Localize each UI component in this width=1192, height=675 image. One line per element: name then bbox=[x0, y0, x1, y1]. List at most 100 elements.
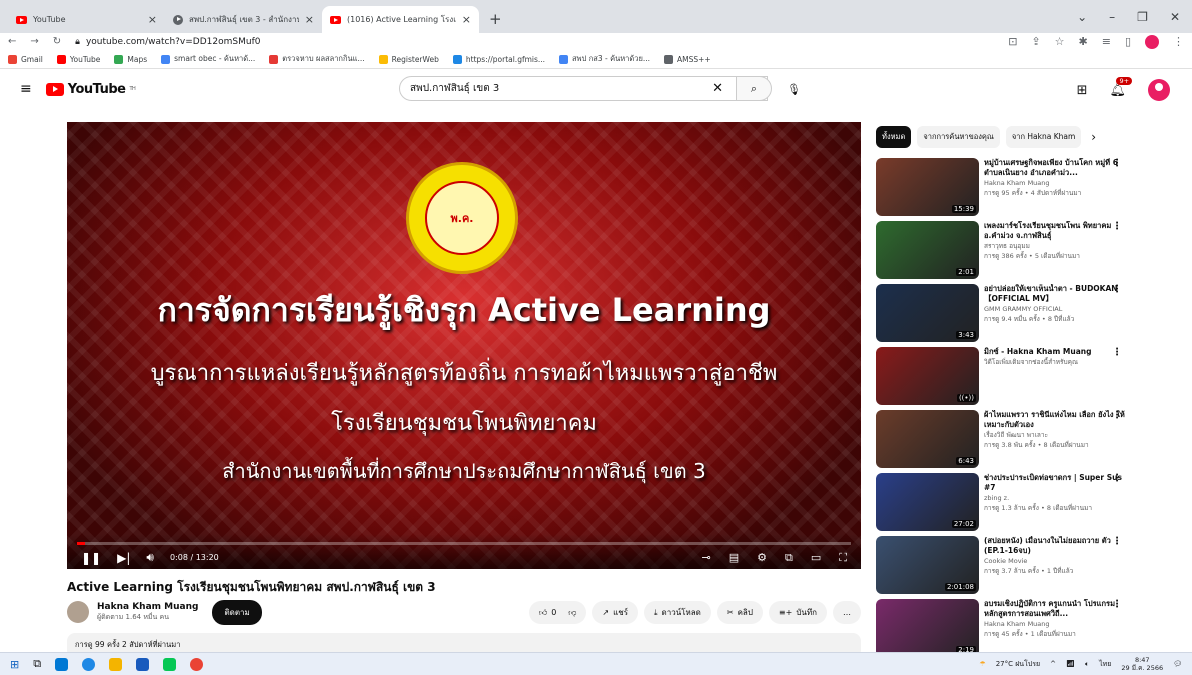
more-options-icon[interactable]: ⋮ bbox=[1112, 284, 1122, 295]
bookmark-item[interactable]: smart obec - ค้นหาด้... bbox=[161, 53, 255, 65]
pause-icon[interactable]: ❚❚ bbox=[81, 551, 101, 565]
tray-overflow-icon[interactable]: ^ bbox=[1050, 660, 1056, 668]
more-options-icon[interactable]: ⋮ bbox=[1112, 599, 1122, 610]
back-icon[interactable]: ← bbox=[8, 36, 16, 47]
video-title[interactable]: หมู่บ้านเศรษฐกิจพอเพียง บ้านโคก หมู่ที่ … bbox=[984, 158, 1126, 178]
clear-search-icon[interactable]: ✕ bbox=[712, 81, 723, 96]
bookmark-star-icon[interactable]: ☆ bbox=[1055, 35, 1065, 49]
save-button[interactable]: ≡+ บันทึก bbox=[768, 601, 827, 624]
more-options-icon[interactable]: ⋮ bbox=[1112, 158, 1122, 169]
share-button[interactable]: ↗ แชร์ bbox=[592, 601, 638, 624]
video-title[interactable]: ช่างประปาระเบิดท่อขาดกร | Super Sus #7 bbox=[984, 473, 1126, 493]
profile-avatar[interactable] bbox=[1145, 34, 1159, 49]
chip-all[interactable]: ทั้งหมด bbox=[876, 126, 912, 148]
video-thumbnail[interactable]: 27:02 bbox=[876, 473, 979, 531]
video-thumbnail[interactable]: ((•)) bbox=[876, 347, 979, 405]
thumbs-down-icon[interactable]: 👎︎ bbox=[568, 608, 576, 618]
video-thumbnail[interactable]: 2:01 bbox=[876, 221, 979, 279]
youtube-logo[interactable]: YouTube TH bbox=[45, 82, 136, 97]
create-video-icon[interactable]: ⊞ bbox=[1077, 83, 1088, 98]
restore-button[interactable]: ❐ bbox=[1137, 10, 1148, 24]
browser-tab[interactable]: (1016) Active Learning โรงเรีย × bbox=[322, 6, 479, 33]
fullscreen-icon[interactable]: ⛶ bbox=[839, 551, 847, 565]
channel-name[interactable]: Hakna Kham Muang bbox=[97, 602, 198, 612]
bookmark-item[interactable]: YouTube bbox=[56, 54, 100, 64]
subtitles-icon[interactable]: ▤ bbox=[729, 551, 739, 565]
reload-icon[interactable]: ↻ bbox=[53, 36, 61, 47]
hamburger-menu-icon[interactable]: ≡ bbox=[20, 81, 32, 97]
browser-tab[interactable]: สพป.กาฬสินธุ์ เขต 3 - สำนักงานเขตพื้ × bbox=[165, 6, 322, 33]
video-title[interactable]: อบรมเชิงปฏิบัติการ ครูแกนนำ โปรแกรมหลักส… bbox=[984, 599, 1126, 619]
close-tab-icon[interactable]: × bbox=[148, 13, 157, 26]
speaker-icon[interactable]: 🔈︎ bbox=[1085, 660, 1089, 669]
progress-bar[interactable] bbox=[77, 542, 851, 545]
download-button[interactable]: ⤓ ดาวน์โหลด bbox=[644, 601, 711, 624]
url-field[interactable]: 🔒︎ youtube.com/watch?v=DD12omSMuf0 bbox=[75, 37, 994, 47]
close-tab-icon[interactable]: × bbox=[305, 13, 314, 26]
video-title[interactable]: มิกซ์ - Hakna Kham Muang bbox=[984, 347, 1126, 357]
account-avatar[interactable] bbox=[1148, 79, 1170, 101]
bookmark-item[interactable]: Gmail bbox=[8, 54, 43, 64]
share-page-icon[interactable]: ⇪ bbox=[1031, 35, 1040, 49]
theater-mode-icon[interactable]: ▭ bbox=[811, 551, 821, 565]
side-panel-icon[interactable]: ▯ bbox=[1125, 35, 1131, 49]
chip-next-icon[interactable]: › bbox=[1091, 130, 1096, 144]
recommended-video[interactable]: 27:02 ช่างประปาระเบิดท่อขาดกร | Super Sus… bbox=[876, 473, 1126, 536]
recommended-video[interactable]: 3:43 อย่าปล่อยให้เขาเห็นน้ำตา - BUDOKAN 【… bbox=[876, 284, 1126, 347]
bookmark-item[interactable]: https://portal.gfmis... bbox=[452, 54, 545, 64]
menu-icon[interactable]: ⋮ bbox=[1173, 35, 1184, 49]
video-thumbnail[interactable]: 2:19 bbox=[876, 599, 979, 657]
recommended-video[interactable]: 6:43 ผ้าไหมแพรวา ราชินีแห่งไหม เลือก ยังไ… bbox=[876, 410, 1126, 473]
install-icon[interactable]: ⊡ bbox=[1008, 35, 1017, 49]
notifications-bell-icon[interactable]: 🔔︎ 9+ bbox=[1109, 76, 1133, 98]
search-input[interactable]: สพป.กาฬสินธุ์ เขต 3 ✕ bbox=[399, 76, 768, 101]
video-thumbnail[interactable]: 3:43 bbox=[876, 284, 979, 342]
subscribe-button[interactable]: ติดตาม bbox=[212, 599, 262, 625]
clock[interactable]: 8:47 29 มี.ค. 2566 bbox=[1121, 656, 1163, 672]
input-language[interactable]: ไทย bbox=[1099, 659, 1111, 670]
video-title[interactable]: ผ้าไหมแพรวา ราชินีแห่งไหม เลือก ยังไง ให… bbox=[984, 410, 1126, 430]
recommended-video[interactable]: 2:01:08 (สปอยหนัง) เมื่อนางในไม่ยอมถวาย ต… bbox=[876, 536, 1126, 599]
voice-search-icon[interactable]: 🎙︎ bbox=[787, 83, 801, 96]
next-icon[interactable]: ▶| bbox=[117, 551, 130, 565]
edge-browser-icon[interactable] bbox=[82, 657, 96, 671]
recommended-video[interactable]: ((•)) มิกซ์ - Hakna Kham Muang วิดีโอเพิ่ม… bbox=[876, 347, 1126, 410]
volume-icon[interactable]: 🔊︎ bbox=[146, 550, 154, 565]
mail-app-icon[interactable] bbox=[55, 657, 69, 671]
more-options-icon[interactable]: ⋮ bbox=[1112, 410, 1122, 421]
clip-button[interactable]: ✂ คลิป bbox=[716, 601, 763, 624]
bookmark-item[interactable]: RegisterWeb bbox=[378, 54, 439, 64]
chip-from-search[interactable]: จากการค้นหาของคุณ bbox=[917, 126, 1000, 148]
bookmark-item[interactable]: AMSS++ bbox=[664, 54, 711, 64]
autoplay-toggle-icon[interactable]: ⊸ bbox=[702, 551, 711, 565]
extensions-icon[interactable]: ✱ bbox=[1079, 35, 1088, 49]
bookmark-item[interactable]: Maps bbox=[114, 54, 147, 64]
like-button[interactable]: 👍︎ 0 👎︎ bbox=[528, 601, 587, 624]
chip-from-channel[interactable]: จาก Hakna Kham bbox=[1005, 126, 1082, 148]
word-app-icon[interactable] bbox=[136, 657, 150, 671]
tab-search-icon[interactable]: ⌄ bbox=[1077, 10, 1087, 24]
more-options-icon[interactable]: ⋮ bbox=[1112, 473, 1122, 484]
recommended-video[interactable]: 15:39 หมู่บ้านเศรษฐกิจพอเพียง บ้านโคก หมู… bbox=[876, 158, 1126, 221]
more-options-icon[interactable]: ⋮ bbox=[1112, 221, 1122, 232]
line-app-icon[interactable] bbox=[163, 657, 177, 671]
close-tab-icon[interactable]: × bbox=[462, 13, 471, 26]
video-title[interactable]: เพลงมาร์ชโรงเรียนชุมชนโพน พิทยาคม อ.คำม่… bbox=[984, 221, 1126, 241]
search-button[interactable]: ⌕ bbox=[736, 76, 772, 101]
close-window-button[interactable]: ✕ bbox=[1170, 10, 1180, 24]
forward-icon[interactable]: → bbox=[30, 36, 38, 47]
notification-center-icon[interactable]: 💬︎ bbox=[1173, 660, 1182, 668]
chrome-app-icon[interactable] bbox=[190, 657, 204, 671]
file-explorer-icon[interactable] bbox=[109, 657, 123, 671]
video-thumbnail[interactable]: 15:39 bbox=[876, 158, 979, 216]
video-player[interactable]: พ.ค. การจัดการเรียนรู้เชิงรุก Active Lea… bbox=[67, 122, 861, 569]
video-thumbnail[interactable]: 2:01:08 bbox=[876, 536, 979, 594]
video-title[interactable]: (สปอยหนัง) เมื่อนางในไม่ยอมถวาย ตัว (EP.… bbox=[984, 536, 1126, 556]
network-icon[interactable]: 📶︎ bbox=[1066, 660, 1075, 668]
browser-tab[interactable]: YouTube × bbox=[8, 6, 165, 33]
minimize-button[interactable]: – bbox=[1109, 10, 1115, 24]
recommended-video[interactable]: 2:01 เพลงมาร์ชโรงเรียนชุมชนโพน พิทยาคม อ.… bbox=[876, 221, 1126, 284]
more-actions-button[interactable]: … bbox=[833, 601, 861, 624]
more-options-icon[interactable]: ⋮ bbox=[1112, 536, 1122, 547]
windows-start-icon[interactable]: ⊞ bbox=[10, 658, 19, 671]
